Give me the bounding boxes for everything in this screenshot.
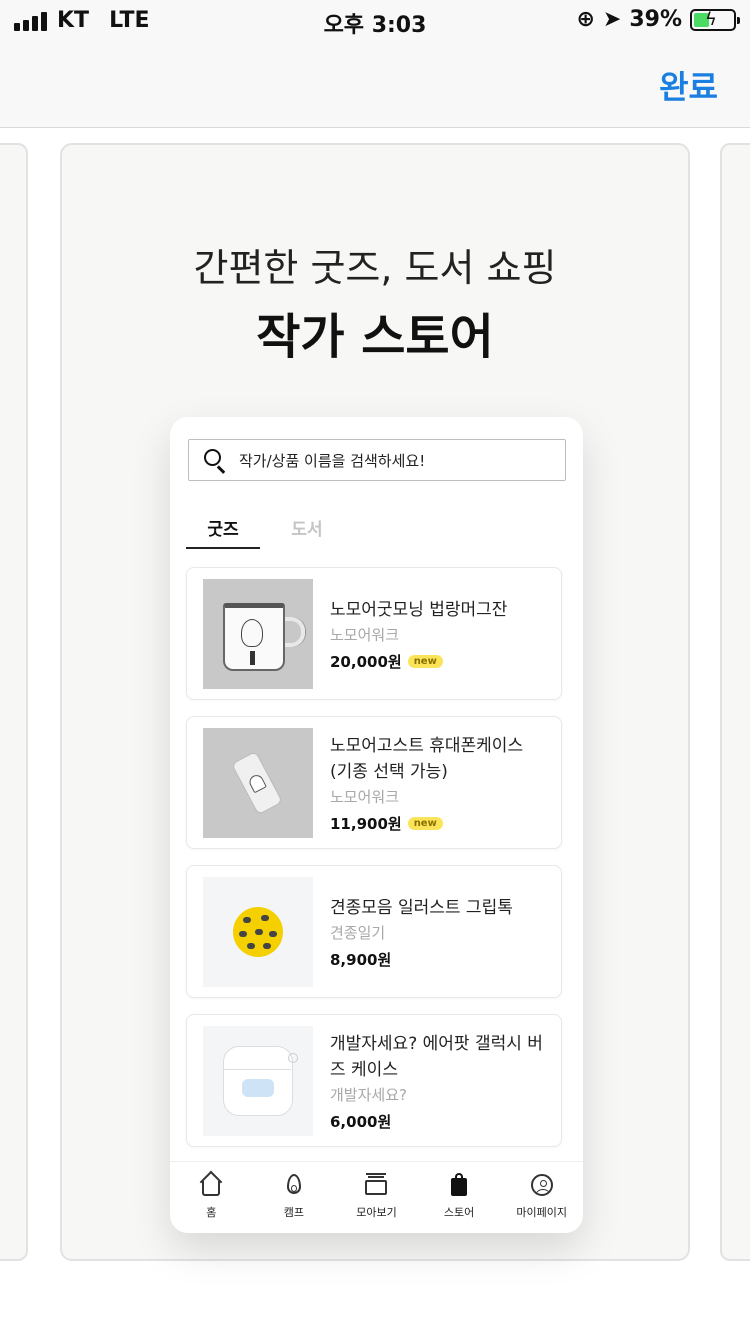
product-price: 20,000원 [330, 653, 402, 671]
nav-item-collection[interactable]: 모아보기 [335, 1162, 418, 1233]
tab-books[interactable]: 도서 [270, 509, 344, 549]
rotation-lock-icon: ⊕ [576, 7, 595, 32]
product-seller: 견종일기 [330, 924, 386, 942]
product-seller: 노모어워크 [330, 626, 400, 644]
list-item[interactable]: 노모어고스트 휴대폰케이스 (기종 선택 가능) 노모어워크 11,900원 n… [186, 716, 562, 849]
category-tabs: 굿즈 도서 [186, 509, 566, 549]
nav-label: 홈 [206, 1206, 217, 1219]
next-card[interactable] [720, 143, 750, 1261]
nav-item-home[interactable]: 홈 [170, 1162, 253, 1233]
list-item[interactable]: 개발자세요? 에어팟 갤럭시 버즈 케이스 개발자세요? 6,000원 [186, 1014, 562, 1147]
user-icon [529, 1172, 555, 1198]
product-price: 8,900원 [330, 951, 392, 969]
battery-icon: ϟ [690, 8, 740, 31]
onboarding-carousel[interactable]: 간편한 굿즈, 도서 쇼핑 작가 스토어 작가/상품 이름을 검색하세요! 굿즈… [0, 129, 750, 1334]
nav-label: 스토어 [443, 1206, 475, 1219]
product-name: 개발자세요? 에어팟 갤럭시 버즈 케이스 [330, 1034, 543, 1080]
nav-label: 캠프 [283, 1206, 305, 1219]
charging-bolt-icon: ϟ [705, 8, 717, 30]
product-name: 견종모음 일러스트 그립톡 [330, 898, 513, 918]
product-thumbnail [203, 579, 313, 689]
mug-handle-shape [283, 617, 305, 647]
search-placeholder: 작가/상품 이름을 검색하세요! [239, 451, 426, 470]
new-badge: new [407, 655, 443, 668]
location-arrow-icon: ➤ [602, 7, 622, 32]
card-title: 작가 스토어 [256, 309, 494, 365]
new-badge: new [407, 817, 443, 830]
tab-goods[interactable]: 굿즈 [186, 509, 260, 549]
phone-mockup: 작가/상품 이름을 검색하세요! 굿즈 도서 노모어굿모닝 법랑머그잔 노모어워… [170, 417, 583, 1233]
nav-item-store[interactable]: 스토어 [418, 1162, 501, 1233]
battery-percent: 39% [629, 7, 682, 32]
product-thumbnail [203, 728, 313, 838]
product-price: 6,000원 [330, 1113, 392, 1131]
search-icon [203, 448, 227, 474]
search-input[interactable]: 작가/상품 이름을 검색하세요! [188, 439, 566, 481]
nav-label: 마이페이지 [516, 1206, 567, 1219]
product-thumbnail [203, 877, 313, 987]
layers-icon [363, 1172, 389, 1198]
nav-label: 모아보기 [356, 1206, 397, 1219]
airpods-case-image [223, 1046, 298, 1116]
product-name: 노모어고스트 휴대폰케이스 (기종 선택 가능) [330, 736, 524, 782]
product-price: 11,900원 [330, 815, 402, 833]
mug-face-drawing [241, 619, 263, 647]
phone-case-image [231, 750, 283, 816]
ghost-drawing [247, 772, 267, 794]
mug-tie-drawing [250, 651, 255, 665]
product-seller: 노모어워크 [330, 788, 400, 806]
list-item[interactable]: 노모어굿모닝 법랑머그잔 노모어워크 20,000원 new [186, 567, 562, 700]
done-button[interactable]: 완료 [659, 62, 718, 108]
bottom-nav: 홈 캠프 모아보기 스토어 마이페이지 [170, 1161, 583, 1233]
feature-card: 간편한 굿즈, 도서 쇼핑 작가 스토어 작가/상품 이름을 검색하세요! 굿즈… [60, 143, 690, 1261]
product-seller: 개발자세요? [330, 1086, 407, 1104]
nav-header: 완료 [0, 42, 750, 128]
fire-icon [281, 1172, 307, 1198]
list-item[interactable]: 견종모음 일러스트 그립톡 견종일기 8,900원 [186, 865, 562, 998]
nav-item-camp[interactable]: 캠프 [253, 1162, 336, 1233]
nav-item-mypage[interactable]: 마이페이지 [500, 1162, 583, 1233]
home-icon [198, 1170, 224, 1198]
card-subtitle: 간편한 굿즈, 도서 쇼핑 [193, 246, 557, 290]
product-thumbnail [203, 1026, 313, 1136]
prev-card[interactable] [0, 143, 28, 1261]
shopping-bag-icon [446, 1172, 472, 1198]
status-bar: KT LTE 오후 3:03 ⊕ ➤ 39% ϟ [0, 0, 750, 42]
product-name: 노모어굿모닝 법랑머그잔 [330, 600, 508, 620]
griptok-image [233, 907, 283, 957]
